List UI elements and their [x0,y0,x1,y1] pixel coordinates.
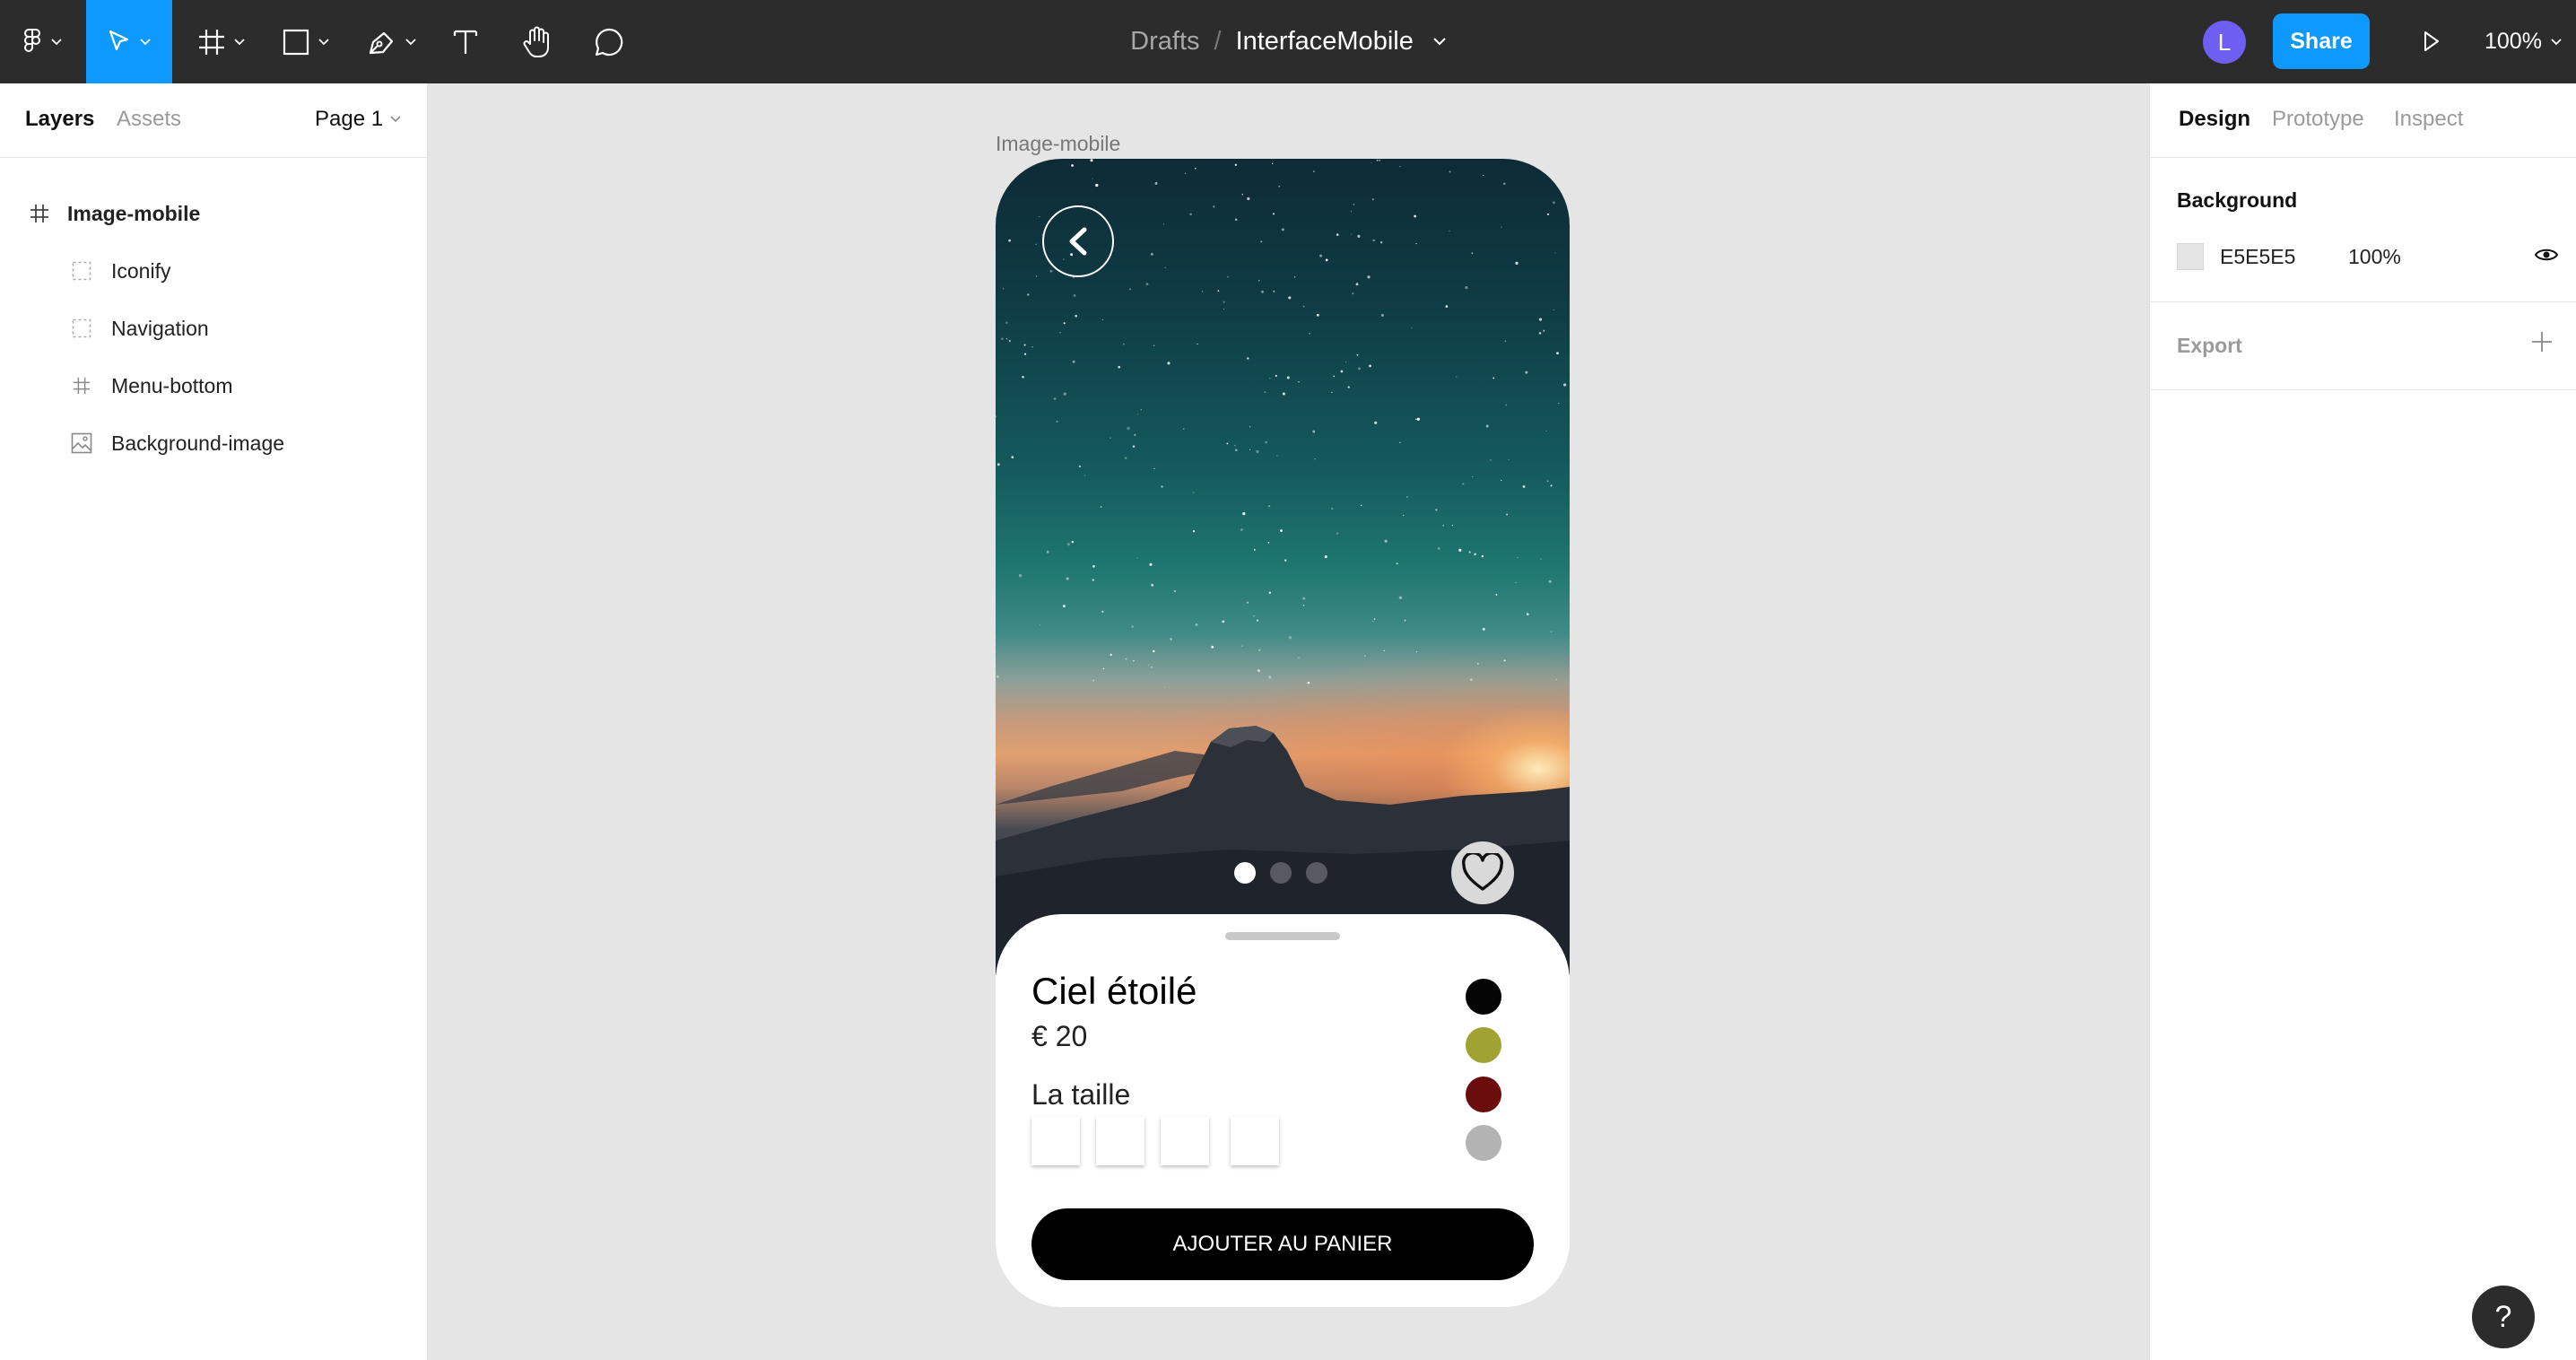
text-tool-icon [453,30,478,54]
export-section-title: Export [2177,334,2242,357]
layer-name: Iconify [111,258,171,283]
chevron-down-icon [234,38,245,45]
frame-icon [68,372,95,399]
chevron-down-icon [318,38,329,45]
background-opacity[interactable]: 100% [2348,245,2401,269]
frame-label[interactable]: Image-mobile [996,132,1120,156]
layer-image-mobile[interactable]: Image-mobile [0,185,427,242]
hand-tool-icon [523,26,549,57]
back-button[interactable] [1042,205,1114,277]
tab-design[interactable]: Design [2179,107,2250,132]
mobile-frame[interactable]: Ciel étoilé € 20 La taille AJOUTER AU PA… [996,159,1570,1307]
tab-inspect[interactable]: Inspect [2394,107,2463,132]
favorite-button[interactable] [1451,841,1514,904]
layers-panel: Layers Assets Page 1 Image-mobile Iconif… [0,83,428,1360]
layer-background-image[interactable]: Background-image [0,414,427,472]
file-name[interactable]: InterfaceMobile [1236,27,1414,57]
tab-layers[interactable]: Layers [25,107,94,132]
background-hex[interactable]: E5E5E5 [2220,245,2295,269]
group-dashed-icon [68,315,95,342]
add-export-button[interactable] [2530,330,2554,358]
pen-tool-button[interactable] [361,0,423,83]
layer-name: Menu-bottom [111,373,233,397]
frame-icon [26,200,53,227]
chevron-down-icon [405,38,416,45]
comment-tool-icon [595,28,623,56]
chevron-down-icon[interactable] [1433,38,1446,46]
chevron-down-icon [390,116,401,123]
chevron-down-icon [140,38,151,45]
hand-tool-button[interactable] [517,0,558,83]
design-panel: Design Prototype Inspect Background E5E5… [2149,83,2576,1360]
breadcrumb-separator: / [1214,27,1222,56]
image-icon [68,430,95,457]
frame-tool-icon [199,29,224,55]
color-swatch-olive[interactable] [1466,1027,1501,1063]
color-swatch-maroon[interactable] [1466,1077,1501,1112]
carousel-dot[interactable] [1234,862,1256,884]
size-option[interactable] [1231,1117,1279,1165]
size-option[interactable] [1161,1117,1209,1165]
layer-menu-bottom[interactable]: Menu-bottom [0,357,427,414]
size-option[interactable] [1096,1117,1144,1165]
frame-tool-button[interactable] [190,0,253,83]
layer-navigation[interactable]: Navigation [0,300,427,357]
size-option[interactable] [1031,1117,1080,1165]
chevron-down-icon [51,38,62,45]
product-price: € 20 [1031,1020,1088,1052]
main-menu-button[interactable] [13,0,72,83]
top-toolbar: Drafts / InterfaceMobile L Share 100% [0,0,2576,83]
add-to-cart-button[interactable]: AJOUTER AU PANIER [1031,1208,1534,1280]
divider [2150,301,2576,302]
eye-icon [2534,248,2559,261]
chevron-left-icon [1069,227,1087,256]
carousel-dot[interactable] [1270,862,1292,884]
pen-tool-icon [369,31,394,54]
carousel-dot[interactable] [1306,862,1327,884]
page-selector[interactable]: Page 1 [315,107,401,132]
zoom-level: 100% [2485,29,2542,54]
sheet-grabber[interactable] [1225,932,1340,940]
tab-assets[interactable]: Assets [117,107,181,132]
help-button[interactable]: ? [2472,1286,2535,1348]
product-name: Ciel étoilé [1031,970,1197,1012]
present-button[interactable] [2413,23,2449,64]
chevron-down-icon [2551,38,2562,45]
tab-prototype[interactable]: Prototype [2272,107,2364,132]
figma-menu-icon [24,28,40,52]
comment-tool-button[interactable] [588,0,630,83]
carousel-indicator [1234,862,1327,884]
text-tool-button[interactable] [445,0,486,83]
layer-name: Navigation [111,316,209,340]
background-fill-row: E5E5E5 100% [2177,241,2559,272]
product-sheet: Ciel étoilé € 20 La taille AJOUTER AU PA… [996,914,1570,1307]
layer-name: Background-image [111,431,285,455]
page-name: Page 1 [315,107,384,131]
left-panel-tabs: Layers Assets Page 1 [0,83,427,158]
avatar[interactable]: L [2203,21,2246,64]
play-icon [2424,31,2439,51]
layer-iconify[interactable]: Iconify [0,242,427,300]
layer-name: Image-mobile [67,201,201,225]
breadcrumb-drafts[interactable]: Drafts [1130,27,1199,57]
size-label: La taille [1031,1078,1131,1111]
background-color-swatch[interactable] [2177,243,2204,270]
visibility-toggle[interactable] [2534,245,2559,269]
plus-icon [2532,332,2552,352]
divider [2150,389,2576,390]
color-swatch-grey[interactable] [1466,1125,1501,1161]
zoom-menu[interactable]: 100% [2485,0,2562,83]
group-dashed-icon [68,257,95,284]
move-tool-icon [109,30,129,50]
heart-icon [1462,853,1503,891]
shape-tool-button[interactable] [274,0,337,83]
rectangle-tool-icon [283,29,309,55]
background-section-title: Background [2177,188,2298,212]
color-swatch-black[interactable] [1466,979,1501,1015]
share-button[interactable]: Share [2273,13,2370,69]
move-tool-button[interactable] [86,0,172,83]
right-panel-tabs: Design Prototype Inspect [2150,83,2576,158]
